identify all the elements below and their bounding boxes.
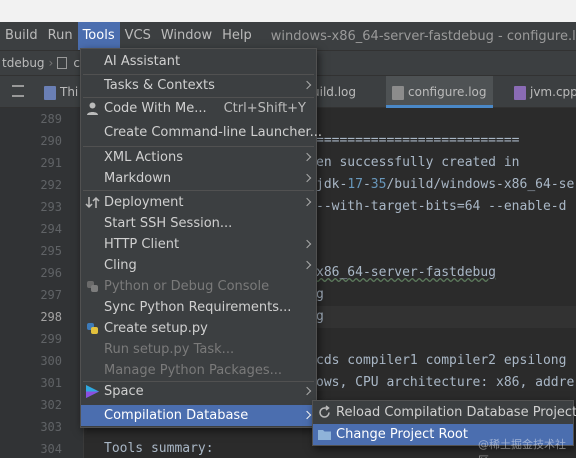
- log-file-icon: [392, 85, 404, 100]
- c-file-icon: [44, 85, 56, 100]
- menu-item-space[interactable]: Space: [81, 381, 316, 402]
- code-line: x86_64-server-fastdebug: [316, 265, 497, 280]
- code-line-path: jdk-17-35/build/windows-x86_64-se: [316, 177, 575, 192]
- menu-item-http-client[interactable]: HTTP Client: [81, 234, 316, 255]
- shortcut-label: Ctrl+Shift+Y: [223, 101, 306, 116]
- menu-item-ai-assistant[interactable]: AI Assistant: [81, 51, 316, 72]
- line-number: 303: [40, 420, 62, 434]
- menu-item-sync-requirements[interactable]: Sync Python Requirements...: [81, 297, 316, 318]
- chevron-right-icon: [302, 197, 312, 207]
- code-line: en successfully created in: [316, 155, 520, 170]
- code-line: cds compiler1 compiler2 epsilong: [316, 353, 567, 368]
- menu-item-xml-actions[interactable]: XML Actions: [81, 147, 316, 168]
- code-with-me-icon: [87, 102, 98, 115]
- menu-help[interactable]: Help: [217, 22, 257, 50]
- line-number: 296: [40, 266, 62, 280]
- menu-tools[interactable]: Tools: [77, 22, 120, 50]
- menu-build[interactable]: Build: [0, 22, 43, 50]
- line-number: 299: [40, 332, 62, 346]
- menu-window[interactable]: Window: [156, 22, 217, 50]
- breadcrumb-project[interactable]: tdebug: [0, 56, 45, 70]
- tab-thi[interactable]: Thi: [44, 76, 78, 108]
- chevron-right-icon: [302, 239, 312, 249]
- line-number: 295: [40, 244, 62, 258]
- menu-item-tasks-contexts[interactable]: Tasks & Contexts: [81, 75, 316, 96]
- reload-icon: [319, 405, 330, 418]
- code-line: ==========================: [316, 133, 520, 148]
- code-line: --with-target-bits=64 --enable-d: [316, 199, 567, 214]
- chevron-right-icon: [302, 260, 312, 270]
- line-number: 290: [40, 134, 62, 148]
- line-number: 293: [40, 200, 62, 214]
- menu-item-create-launcher[interactable]: Create Command-line Launcher...: [81, 122, 322, 143]
- line-number: 292: [40, 178, 62, 192]
- menu-item-reload-compilation-db[interactable]: Reload Compilation Database Project: [313, 402, 576, 423]
- chevron-right-icon: [302, 410, 312, 420]
- window-title: windows-x86_64-server-fastdebug - config…: [270, 28, 576, 44]
- menu-item-markdown[interactable]: Markdown: [81, 168, 316, 189]
- menu-item-code-with-me[interactable]: Code With Me... Ctrl+Shift+Y: [81, 98, 316, 119]
- menu-item-python-console: Python or Debug Console: [81, 276, 316, 297]
- menu-item-manage-packages: Manage Python Packages...: [104, 363, 283, 378]
- menu-item-deployment[interactable]: Deployment: [81, 192, 316, 213]
- chevron-right-icon: [302, 80, 312, 90]
- space-icon: [86, 385, 99, 398]
- cpp-file-icon: [514, 85, 526, 100]
- line-number: 294: [40, 222, 62, 236]
- line-number: 300: [40, 354, 62, 368]
- watermark: @稀土掘金技术社区: [478, 438, 566, 458]
- file-icon: [57, 57, 68, 69]
- tab-jvm-cpp[interactable]: jvm.cpp: [514, 76, 576, 108]
- tab-build-log[interactable]: uild.log: [312, 76, 356, 108]
- hamburger-icon[interactable]: [12, 85, 24, 97]
- window-top-strip: [0, 0, 576, 22]
- line-number-current: 298: [40, 310, 62, 324]
- code-line: Tools summary:: [104, 441, 214, 456]
- python-file-icon: [87, 323, 98, 334]
- menu-item-run-setup-task: Run setup.py Task...: [104, 342, 235, 357]
- python-icon: [87, 281, 98, 292]
- deployment-icon: [85, 196, 100, 209]
- line-number: 291: [40, 156, 62, 170]
- code-line: g: [316, 287, 324, 302]
- tools-menu: AI Assistant Tasks & Contexts Code With …: [80, 48, 322, 428]
- menu-run[interactable]: Run: [43, 22, 78, 50]
- menu-separator: [83, 190, 314, 191]
- menu-bar: Build Run Tools VCS Window Help windows-…: [0, 22, 576, 50]
- chevron-right-icon: [302, 386, 312, 396]
- chevron-right-icon: ›: [48, 56, 54, 70]
- chevron-right-icon: [302, 152, 312, 162]
- chevron-right-icon: [302, 173, 312, 183]
- menu-item-cling[interactable]: Cling: [81, 255, 316, 276]
- menu-item-compilation-database[interactable]: Compilation Database: [81, 405, 316, 426]
- menu-item-create-setup-py[interactable]: Create setup.py: [81, 318, 316, 339]
- line-number: 297: [40, 288, 62, 302]
- line-number: 304: [40, 442, 62, 456]
- line-number: 301: [40, 376, 62, 390]
- line-number: 289: [40, 112, 62, 126]
- tab-configure-log[interactable]: configure.log: [386, 76, 493, 108]
- menu-vcs[interactable]: VCS: [120, 22, 156, 50]
- code-line: ows, CPU architecture: x86, addre: [316, 375, 575, 390]
- folder-icon: [318, 430, 331, 440]
- line-number: 302: [40, 398, 62, 412]
- line-number-gutter: 289 290 291 292 293 294 295 296 297 298 …: [0, 108, 84, 458]
- menu-item-start-ssh[interactable]: Start SSH Session...: [81, 213, 316, 234]
